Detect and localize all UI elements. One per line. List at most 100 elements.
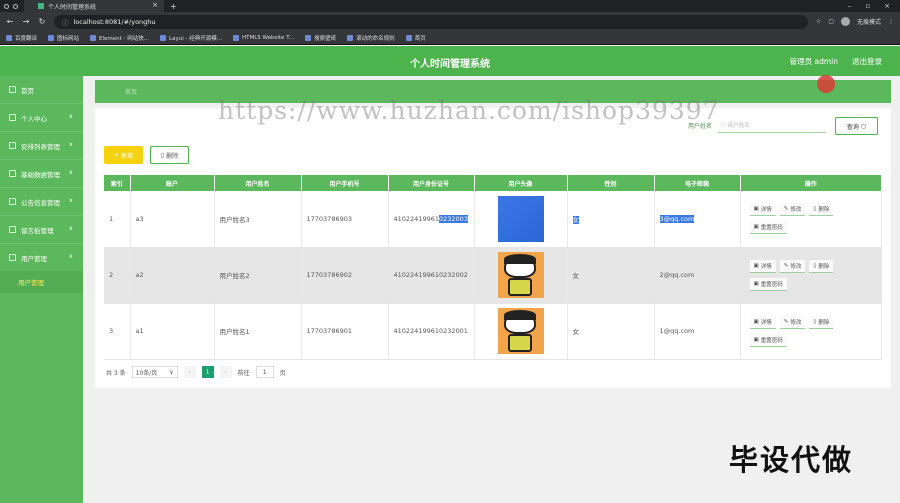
sidebar-item-messages[interactable]: 留言板管理 ∨ [0, 216, 83, 243]
edit-button[interactable]: ✎ 修改 [779, 315, 806, 329]
notice-icon [9, 198, 16, 205]
page-size-select[interactable]: 10条/页 ∨ [131, 366, 178, 378]
url-text: localhost:8081/#/yonghu [73, 17, 156, 26]
goto-page-input[interactable]: 1 [255, 366, 274, 378]
table-header-row: 索引 账户 用户姓名 用户手机号 用户身份证号 用户头像 性别 电子邮箱 操作 [104, 175, 882, 191]
table-row[interactable]: 2 a2 用户姓名2 17703786902 41022419961023200… [104, 247, 882, 304]
avatar [497, 308, 544, 354]
browser-tab[interactable]: 个人时间管理系统 × [24, 0, 164, 12]
detail-button[interactable]: ▣ 详情 [749, 203, 776, 217]
bookmark-item[interactable]: 图标网站 [48, 34, 79, 42]
new-tab-icon[interactable]: + [170, 2, 177, 11]
breadcrumb-home[interactable]: 首页 [125, 87, 137, 96]
edit-icon: ✎ [783, 206, 789, 213]
edit-button[interactable]: ✎ 修改 [779, 203, 806, 217]
minimize-icon[interactable]: – [848, 2, 852, 10]
data-icon [9, 170, 16, 177]
reset-password-button[interactable]: ▣ 重置密码 [749, 333, 787, 347]
cell-index: 3 [104, 303, 131, 360]
reset-icon: ▣ [753, 280, 759, 287]
bookmark-icon [160, 34, 167, 41]
close-window-icon[interactable]: × [884, 2, 890, 10]
cell-name: 用户姓名1 [214, 303, 302, 360]
maximize-icon[interactable]: ▫ [865, 2, 870, 10]
delete-row-button[interactable]: ▯ 删除 [809, 315, 834, 329]
column-header: 电子邮箱 [654, 175, 741, 191]
sidebar-item-basedata[interactable]: 基础数据管理 ∨ [0, 160, 83, 187]
profile-avatar[interactable] [840, 17, 850, 26]
column-header: 用户头像 [474, 175, 568, 191]
goto-label: 前往 [237, 369, 250, 377]
header-right: 管理员 admin 退出登录 [790, 56, 882, 67]
sidebar-subitem-user-manage[interactable]: 用户管理 [0, 271, 83, 293]
app-title: 个人时间管理系统 [410, 59, 490, 70]
edit-icon: ✎ [783, 318, 789, 325]
tab-close-icon[interactable]: × [152, 1, 158, 9]
sidebar-item-schedule[interactable]: 安排列表管理 ∨ [0, 132, 83, 159]
prev-page-button[interactable]: ‹ [183, 366, 196, 378]
bookmark-item[interactable]: 滚动的命名规则 [347, 34, 395, 42]
bookmark-item[interactable]: 百度翻译 [6, 34, 37, 42]
edit-button[interactable]: ✎ 修改 [779, 259, 806, 273]
reset-password-button[interactable]: ▣ 重置密码 [749, 277, 787, 291]
search-placeholder: 用户姓名 [727, 123, 750, 129]
selected-text: 女 [572, 215, 579, 224]
bookmark-star-icon[interactable]: ☆ [816, 18, 821, 25]
table-row[interactable]: 1 a3 用户姓名3 17703786903 41022419961023200… [104, 191, 882, 248]
chevron-down-icon: ∨ [68, 113, 73, 120]
home-icon [9, 86, 16, 93]
detail-icon: ▣ [753, 206, 759, 213]
bookmark-icon [6, 34, 12, 41]
watermark: https://www.huzhan.com/ishop39397 [218, 96, 720, 125]
cell-email: 2@qq.com [654, 247, 741, 304]
bookmark-item[interactable]: Layui - 经典开源模... [160, 34, 222, 42]
selected-text: 3@qq.com [659, 214, 695, 223]
bookmark-item[interactable]: 搜索壁纸 [305, 34, 336, 42]
cell-idcard: 410224199610232003 [388, 191, 475, 248]
back-icon[interactable]: ← [6, 17, 14, 26]
menu-dots-icon[interactable]: ⋮ [888, 18, 894, 25]
search-input[interactable]: ○ 用户姓名 [718, 118, 827, 133]
cell-name: 用户姓名3 [214, 191, 302, 248]
delete-row-button[interactable]: ▯ 删除 [809, 203, 834, 217]
next-page-button[interactable]: › [219, 366, 232, 378]
page-number[interactable]: 1 [201, 366, 214, 378]
sidebar-item-home[interactable]: 首页 [0, 76, 83, 103]
detail-button[interactable]: ▣ 详情 [749, 315, 776, 329]
bookmark-item[interactable]: HTML5 Website T... [232, 34, 294, 41]
sidebar-item-profile[interactable]: 个人中心 ∨ [0, 104, 83, 131]
profile-label: 无痕模式 [856, 19, 881, 26]
plus-icon: + [113, 151, 119, 159]
forward-icon[interactable]: → [22, 17, 30, 26]
trash-icon: ▯ [160, 151, 165, 159]
bookmark-icon [305, 34, 312, 41]
reset-icon: ▣ [753, 336, 759, 343]
chevron-down-icon: ∨ [68, 141, 73, 148]
reset-password-button[interactable]: ▣ 重置密码 [749, 221, 787, 235]
column-header: 索引 [104, 175, 131, 191]
cell-phone: 17703786902 [301, 247, 389, 304]
user-icon [9, 114, 16, 121]
logout-link[interactable]: 退出登录 [852, 56, 882, 67]
list-icon [9, 142, 16, 149]
sidebar-item-notice[interactable]: 公告信息管理 ∨ [0, 188, 83, 215]
reload-icon[interactable]: ↻ [38, 17, 46, 26]
vue-favicon-icon [38, 3, 44, 9]
sidebar-item-users[interactable]: 用户管理 ∧ [0, 244, 83, 271]
extension-icon[interactable]: ▢ [828, 18, 834, 25]
url-field[interactable]: ⓘ localhost:8081/#/yonghu [54, 14, 808, 29]
search-button[interactable]: 查询 ○ [835, 117, 878, 135]
cell-name: 用户姓名2 [214, 247, 302, 304]
trash-icon: ▯ [813, 206, 817, 213]
cell-actions: ▣ 详情 ✎ 修改 ▯ 删除 ▣ 重置密码 [740, 303, 882, 360]
cell-index: 2 [104, 247, 131, 304]
table-row[interactable]: 3 a1 用户姓名1 17703786901 41022419961023200… [104, 303, 882, 360]
avatar [497, 252, 544, 298]
detail-button[interactable]: ▣ 详情 [749, 259, 776, 273]
delete-button[interactable]: ▯ 删除 [150, 146, 189, 164]
delete-row-button[interactable]: ▯ 删除 [809, 259, 834, 273]
bookmark-item[interactable]: 首页 [405, 34, 426, 42]
add-button[interactable]: + 新增 [104, 146, 143, 164]
page-suffix: 页 [279, 369, 286, 377]
bookmark-item[interactable]: Element - 网站快... [90, 34, 149, 42]
